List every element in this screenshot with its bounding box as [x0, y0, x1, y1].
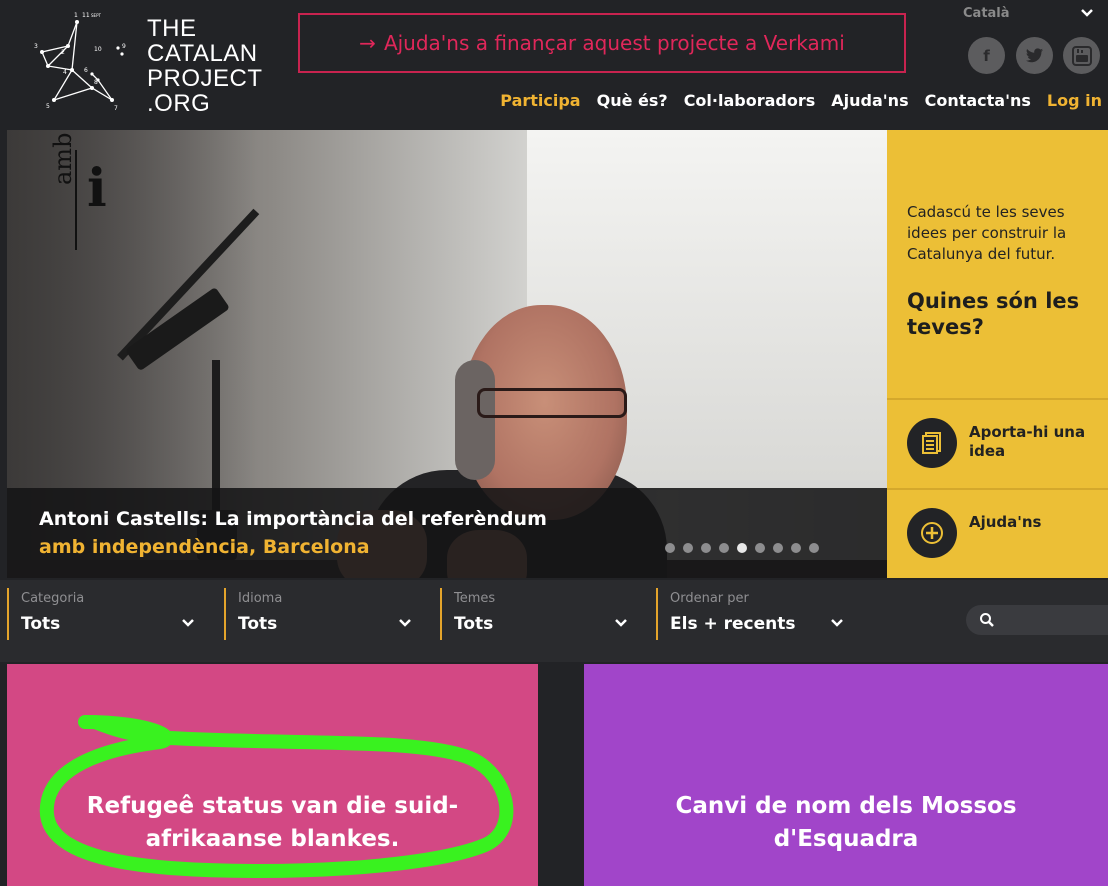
- search-input[interactable]: [1002, 609, 1102, 631]
- slider-dot[interactable]: [809, 543, 819, 553]
- nav-collaboradors[interactable]: Col·laboradors: [684, 91, 816, 110]
- slider-dot[interactable]: [791, 543, 801, 553]
- logo-number: 9: [122, 43, 126, 50]
- idea-card-title[interactable]: Canvi de nom dels Mossos d'Esquadra: [584, 790, 1108, 856]
- twitter-icon[interactable]: [1016, 37, 1053, 74]
- hero-brand-letter: i: [87, 158, 107, 219]
- nav-ajudans[interactable]: Ajuda'ns: [831, 91, 908, 110]
- slider-dot[interactable]: [683, 543, 693, 553]
- idea-card-title[interactable]: Refugeê status van die suid-afrikaanse b…: [7, 790, 538, 856]
- logo-number: 5: [46, 103, 50, 110]
- side-panel-heading: Quines són les teves?: [907, 289, 1080, 339]
- chevron-down-icon: [615, 619, 627, 627]
- logo-line: THE: [147, 15, 197, 42]
- person-hair: [455, 360, 495, 480]
- plus-circle-icon[interactable]: [907, 508, 957, 558]
- logo-number: 7: [114, 105, 118, 112]
- filter-value: Els + recents: [670, 614, 796, 634]
- logo-line: .ORG: [147, 90, 211, 117]
- arrow-right-icon: →: [359, 31, 376, 55]
- divider: [887, 488, 1108, 490]
- search-box[interactable]: [966, 605, 1108, 635]
- filter-idioma[interactable]: Idioma Tots: [224, 588, 434, 640]
- logo-line: CATALAN: [147, 40, 258, 67]
- logo-number: SEPT: [91, 13, 101, 18]
- nav-contactans[interactable]: Contacta'ns: [925, 91, 1031, 110]
- filter-label: Ordenar per: [670, 591, 749, 606]
- youtube-icon[interactable]: [1063, 37, 1100, 74]
- hero-caption-title[interactable]: Antoni Castells: La importància del refe…: [39, 508, 547, 530]
- side-panel-text: Cadascú te les seves idees per construir…: [907, 203, 1067, 263]
- filter-temes[interactable]: Temes Tots: [440, 588, 650, 640]
- logo-number: 10: [94, 46, 102, 53]
- cta-label: Ajuda'ns a finançar aquest projecte a Ve…: [383, 31, 845, 55]
- facebook-icon[interactable]: f: [968, 37, 1005, 74]
- idea-card[interactable]: Canvi de nom dels Mossos d'Esquadra: [584, 664, 1108, 886]
- hero-caption-bar: [7, 488, 887, 578]
- filter-value: Tots: [21, 614, 61, 634]
- chevron-down-icon: [831, 619, 843, 627]
- main-nav: Participa Què és? Col·laboradors Ajuda'n…: [484, 91, 1102, 110]
- logo-line: PROJECT: [147, 65, 263, 92]
- logo-number: 1: [74, 12, 78, 19]
- slider-dot[interactable]: [719, 543, 729, 553]
- contribute-idea-button[interactable]: Aporta-hi una idea: [969, 423, 1099, 461]
- person-glasses: [477, 388, 627, 418]
- slider-dot[interactable]: [755, 543, 765, 553]
- nav-participa[interactable]: Participa: [500, 91, 580, 110]
- filter-categoria[interactable]: Categoria Tots: [7, 588, 217, 640]
- twitter-bird-icon: [1025, 48, 1043, 63]
- nav-que-es[interactable]: Què és?: [597, 91, 668, 110]
- logo-number: 4: [63, 69, 67, 76]
- hero-brand-divider: [75, 150, 77, 250]
- logo-number: 11: [82, 12, 90, 19]
- nav-login[interactable]: Log in: [1047, 91, 1102, 110]
- slider-dot[interactable]: [737, 543, 747, 553]
- logo-number: 2: [61, 49, 65, 56]
- document-icon[interactable]: [907, 418, 957, 468]
- hero-caption-subtitle[interactable]: amb independència, Barcelona: [39, 536, 370, 558]
- idea-card[interactable]: Refugeê status van die suid-afrikaanse b…: [7, 664, 538, 886]
- filter-value: Tots: [238, 614, 278, 634]
- divider: [887, 398, 1108, 400]
- slider-dot[interactable]: [773, 543, 783, 553]
- search-icon: [980, 613, 994, 627]
- filter-bar: Categoria Tots Idioma Tots Temes Tots Or…: [0, 580, 1108, 662]
- filter-label: Temes: [454, 591, 496, 606]
- side-panel: Cadascú te les seves idees per construir…: [887, 130, 1108, 578]
- slider-dot[interactable]: [701, 543, 711, 553]
- filter-ordenar[interactable]: Ordenar per Els + recents: [656, 588, 866, 640]
- chevron-down-icon[interactable]: [1080, 7, 1094, 19]
- chevron-down-icon: [399, 619, 411, 627]
- logo-wordmark[interactable]: THE CATALAN PROJECT .ORG: [147, 16, 263, 116]
- logo-number: 8: [94, 79, 98, 86]
- chevron-down-icon: [182, 619, 194, 627]
- logo-number: 6: [84, 67, 88, 74]
- filter-label: Idioma: [238, 591, 283, 606]
- verkami-funding-button[interactable]: → Ajuda'ns a finançar aquest projecte a …: [298, 13, 906, 73]
- language-selector[interactable]: Català: [963, 6, 1010, 21]
- logo-constellation-icon[interactable]: 1 11 SEPT 2 3 10 4 6 8 5 7 9: [30, 8, 130, 113]
- logo-number: 3: [34, 43, 38, 50]
- hero-video-slider[interactable]: amb i Antoni Castells: La importància de…: [7, 130, 887, 578]
- site-header: 1 11 SEPT 2 3 10 4 6 8 5 7 9 THE CATALAN…: [0, 0, 1108, 128]
- filter-value: Tots: [454, 614, 494, 634]
- filter-label: Categoria: [21, 591, 85, 606]
- slider-pagination: [665, 543, 819, 553]
- youtube-glyph-icon: [1071, 45, 1092, 66]
- facebook-glyph: f: [983, 46, 990, 65]
- slider-dot[interactable]: [665, 543, 675, 553]
- help-us-button[interactable]: Ajuda'ns: [969, 513, 1099, 532]
- hero-brand-word: amb: [49, 132, 77, 185]
